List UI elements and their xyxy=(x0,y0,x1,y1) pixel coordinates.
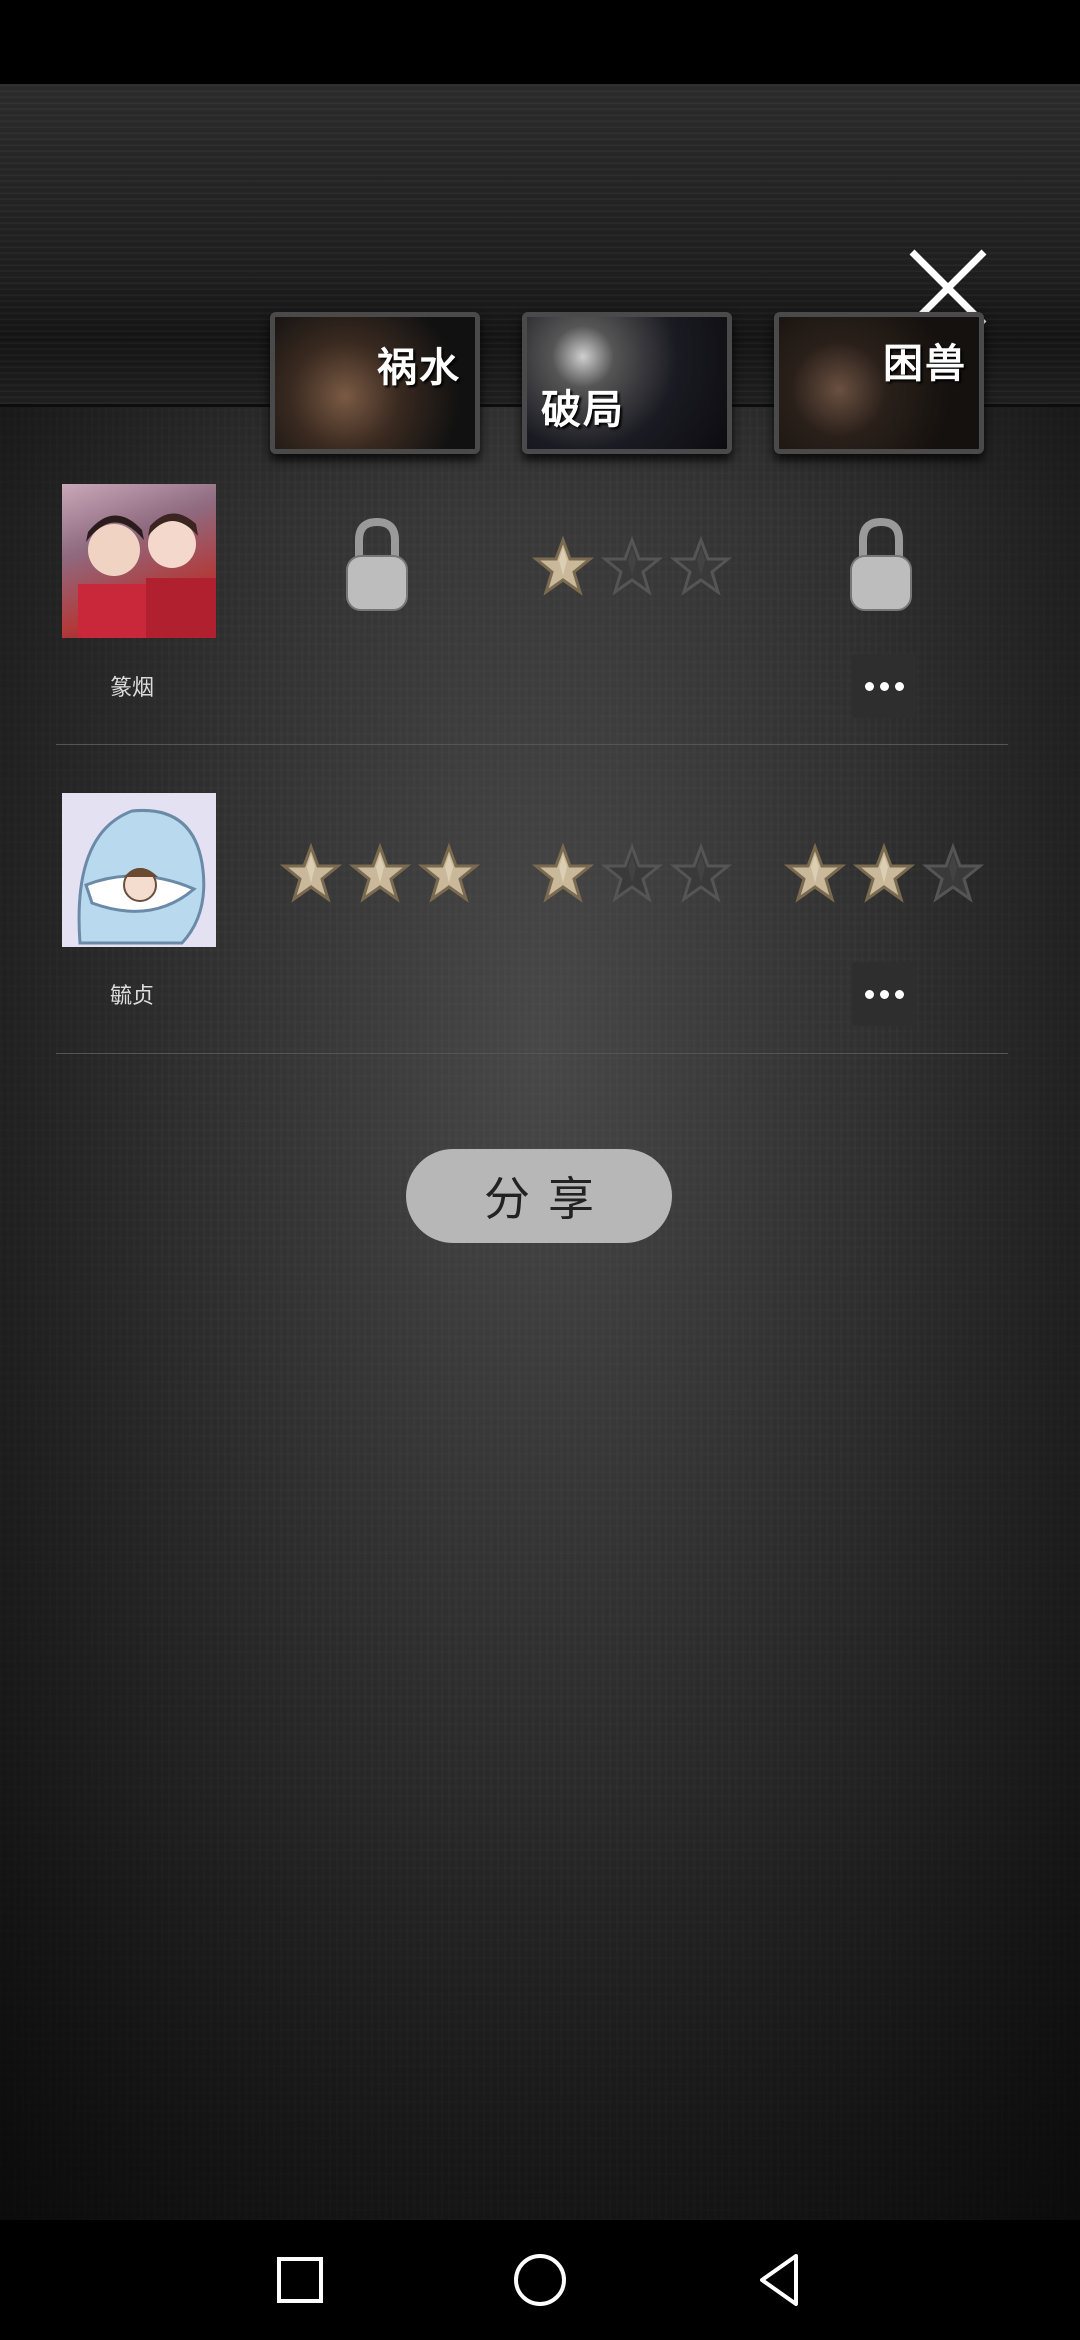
star-icon xyxy=(670,536,732,596)
back-button[interactable] xyxy=(748,2248,812,2312)
star-icon xyxy=(349,843,411,903)
avatar-image xyxy=(78,513,216,638)
star-icon xyxy=(853,843,915,903)
star-icon xyxy=(601,536,663,596)
more-icon-dot xyxy=(879,989,889,999)
level-thumb-1[interactable]: 祸水 xyxy=(270,312,480,454)
star-rating-2-3 xyxy=(784,839,984,909)
home-button[interactable] xyxy=(508,2248,572,2312)
star-icon xyxy=(532,536,594,596)
star-icon xyxy=(418,843,480,903)
more-button[interactable] xyxy=(852,654,916,718)
lock-icon xyxy=(342,514,412,614)
status-bar xyxy=(0,0,1080,84)
navigation-bar xyxy=(0,2220,1080,2340)
recent-apps-button[interactable] xyxy=(268,2248,332,2312)
level-title: 困兽 xyxy=(883,341,967,387)
level-title: 祸水 xyxy=(377,345,461,391)
square-icon xyxy=(277,2257,323,2303)
star-icon xyxy=(784,843,846,903)
more-button[interactable] xyxy=(852,962,916,1026)
star-icon xyxy=(280,843,342,903)
circle-icon xyxy=(514,2254,566,2306)
player-name: 毓贞 xyxy=(109,984,154,1009)
avatar-image xyxy=(77,808,206,945)
triangle-back-icon xyxy=(760,2254,798,2306)
lock-icon xyxy=(846,514,916,614)
star-rating-2-1 xyxy=(280,839,480,909)
star-icon xyxy=(922,843,984,903)
avatar[interactable] xyxy=(62,793,216,947)
more-icon-dot xyxy=(879,681,889,691)
row-divider xyxy=(56,1053,1008,1054)
player-name: 篆烟 xyxy=(109,676,154,701)
share-button[interactable]: 分享 xyxy=(406,1149,672,1243)
level-thumb-2[interactable]: 破局 xyxy=(522,312,732,454)
level-thumb-3[interactable]: 困兽 xyxy=(774,312,984,454)
more-icon-dot xyxy=(894,989,904,999)
row-divider xyxy=(56,744,1008,745)
star-icon xyxy=(532,843,594,903)
star-icon xyxy=(670,843,732,903)
more-icon-dot xyxy=(894,681,904,691)
avatar[interactable] xyxy=(62,484,216,638)
level-title: 破局 xyxy=(541,387,625,433)
more-icon xyxy=(864,681,874,691)
star-icon xyxy=(601,843,663,903)
more-icon xyxy=(864,989,874,999)
star-rating-1-2 xyxy=(532,532,732,602)
star-rating-2-2 xyxy=(532,839,732,909)
